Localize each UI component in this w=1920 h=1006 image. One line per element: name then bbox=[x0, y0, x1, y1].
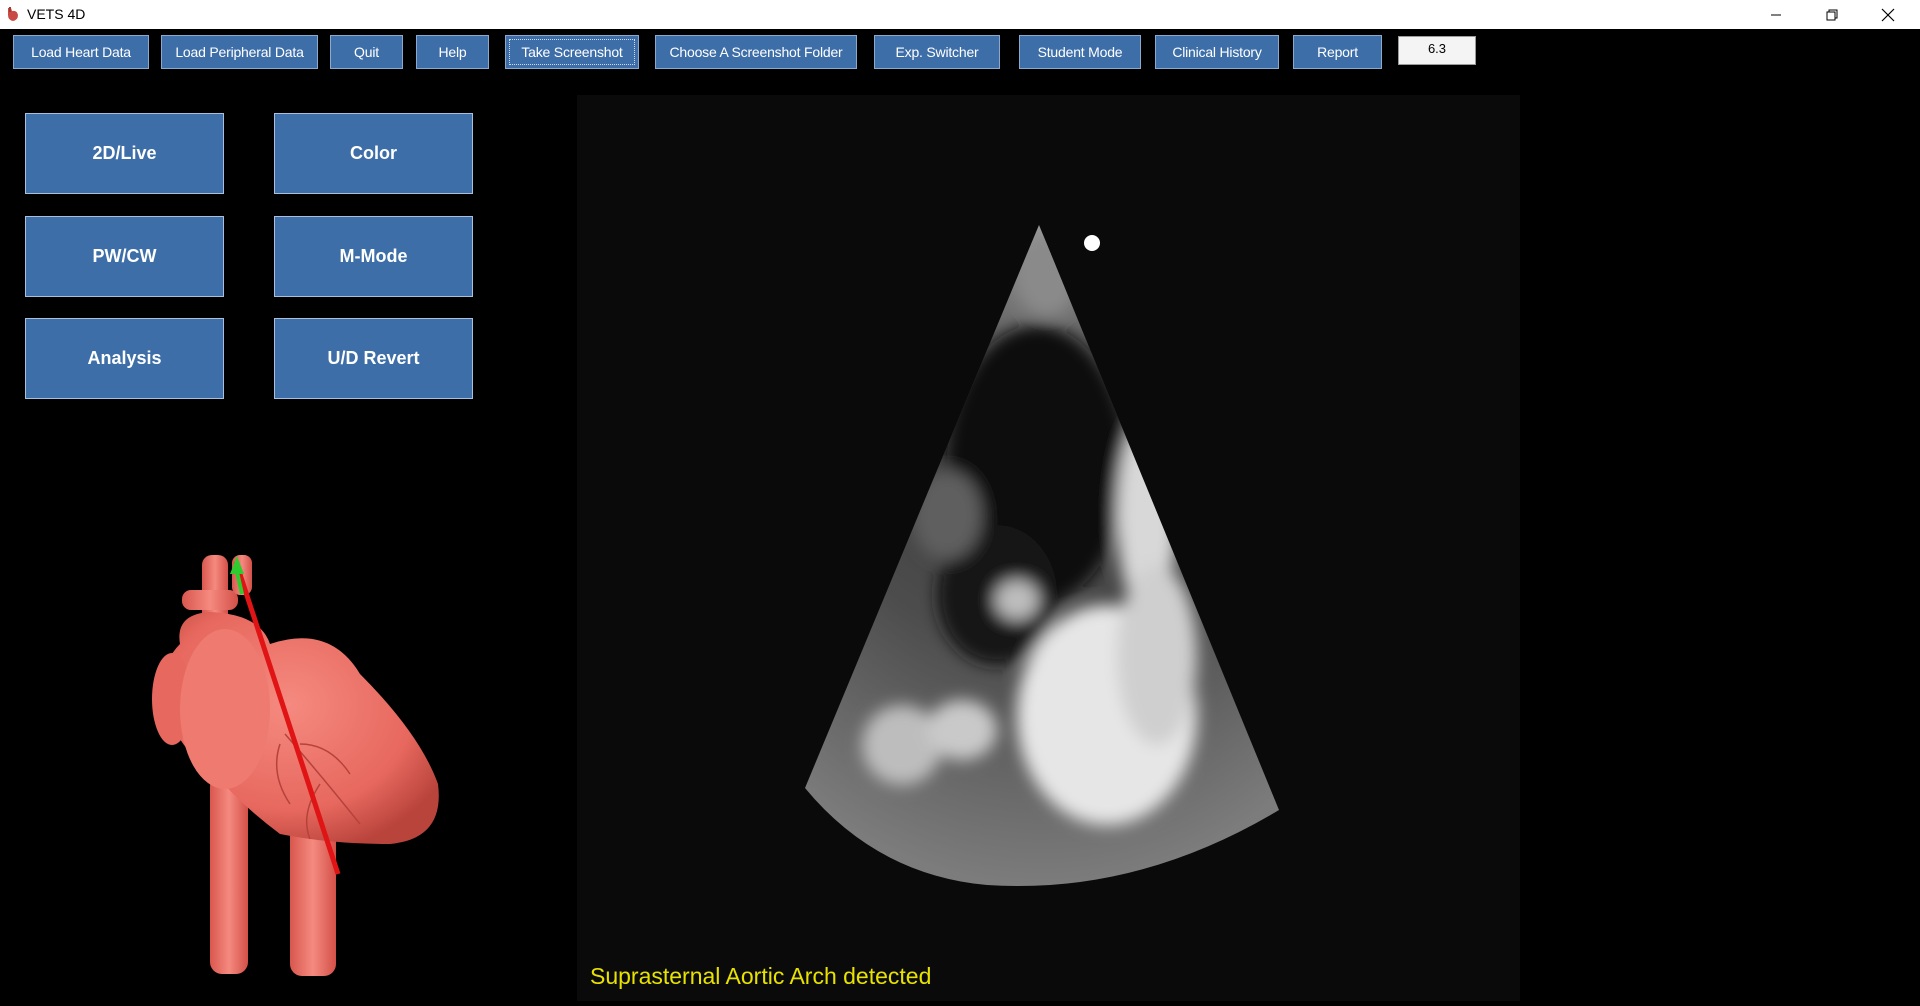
exp-switcher-button[interactable]: Exp. Switcher bbox=[874, 35, 1000, 69]
choose-screenshot-folder-button[interactable]: Choose A Screenshot Folder bbox=[655, 35, 857, 69]
report-button[interactable]: Report bbox=[1293, 35, 1382, 69]
window-title: VETS 4D bbox=[27, 6, 86, 22]
heart-model-view[interactable] bbox=[0, 444, 570, 1001]
student-mode-button[interactable]: Student Mode bbox=[1019, 35, 1141, 69]
ud-revert-button[interactable]: U/D Revert bbox=[274, 318, 473, 399]
restore-button[interactable] bbox=[1804, 0, 1860, 29]
heart-model[interactable] bbox=[0, 444, 570, 1001]
help-button[interactable]: Help bbox=[416, 35, 489, 69]
m-mode-button[interactable]: M-Mode bbox=[274, 216, 473, 297]
right-ventricle bbox=[180, 629, 270, 789]
ultrasound-view[interactable] bbox=[577, 95, 1520, 1001]
2d-live-button[interactable]: 2D/Live bbox=[25, 113, 224, 194]
heart-app-icon bbox=[8, 7, 18, 21]
ultrasound-image bbox=[805, 225, 1279, 887]
pw-cw-button[interactable]: PW/CW bbox=[25, 216, 224, 297]
load-peripheral-data-button[interactable]: Load Peripheral Data bbox=[161, 35, 318, 69]
clinical-history-button[interactable]: Clinical History bbox=[1155, 35, 1279, 69]
vena-cava bbox=[210, 774, 248, 974]
version-field[interactable]: 6.3 bbox=[1398, 36, 1476, 65]
minimize-icon bbox=[1771, 14, 1781, 15]
load-heart-data-button[interactable]: Load Heart Data bbox=[13, 35, 149, 69]
restore-icon bbox=[1826, 9, 1838, 20]
close-icon bbox=[1881, 8, 1895, 21]
orientation-marker bbox=[1084, 235, 1100, 251]
take-screenshot-button[interactable]: Take Screenshot bbox=[505, 35, 639, 69]
close-button[interactable] bbox=[1860, 0, 1916, 29]
quit-button[interactable]: Quit bbox=[330, 35, 403, 69]
minimize-button[interactable] bbox=[1748, 0, 1804, 29]
detection-status: Suprasternal Aortic Arch detected bbox=[590, 963, 932, 989]
color-button[interactable]: Color bbox=[274, 113, 473, 194]
analysis-button[interactable]: Analysis bbox=[25, 318, 224, 399]
title-bar: VETS 4D bbox=[0, 0, 1920, 29]
pulmonary-branch bbox=[182, 590, 238, 610]
